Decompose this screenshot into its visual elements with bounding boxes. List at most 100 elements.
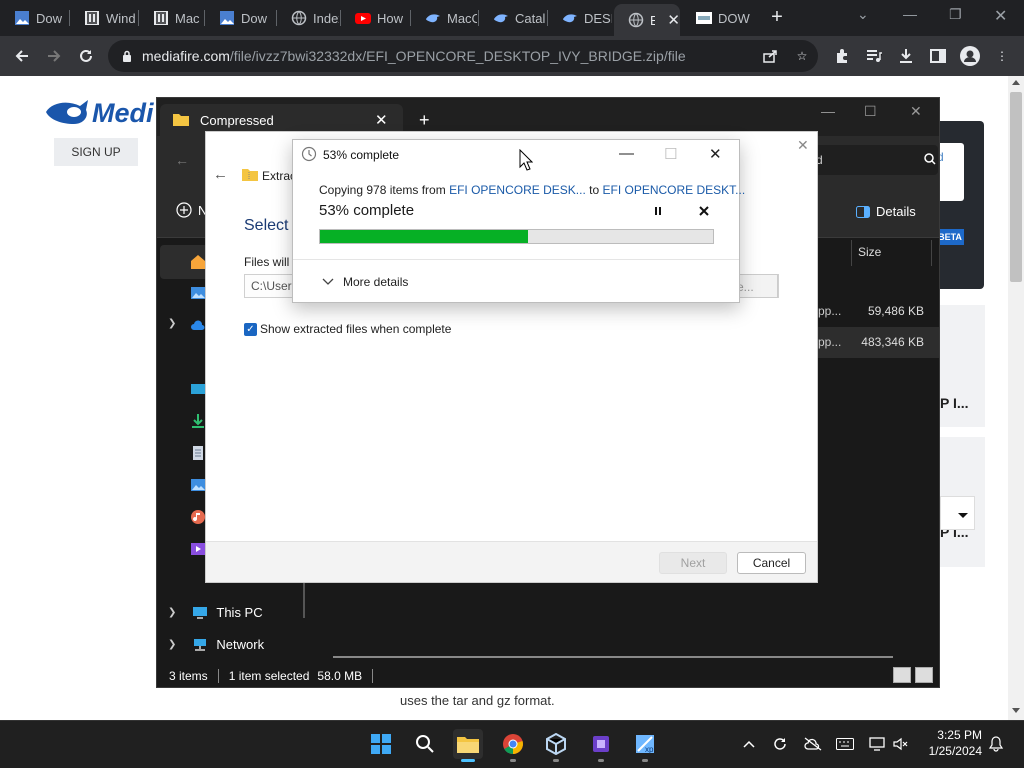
keyboard-icon[interactable] [836, 735, 854, 753]
search-icon[interactable] [924, 153, 936, 165]
browser-menu-icon[interactable]: ⋮ [990, 44, 1014, 68]
progress-minimize-button[interactable]: — [619, 145, 634, 162]
horizontal-scrollbar[interactable] [333, 656, 893, 658]
expand-chevron-icon[interactable]: ❯ [168, 639, 176, 650]
details-pane-button[interactable]: Details [856, 204, 916, 219]
pane-splitter[interactable] [303, 582, 305, 618]
scroll-up-arrow-icon[interactable] [1012, 80, 1020, 85]
downloads-icon[interactable] [190, 413, 206, 429]
tab-search-chevron-icon[interactable]: ⌄ [857, 6, 869, 23]
column-header-size[interactable]: Size [858, 245, 881, 259]
file-explorer-icon[interactable] [453, 729, 483, 759]
sign-up-button[interactable]: SIGN UP [54, 138, 138, 166]
explorer-new-tab-icon[interactable]: + [419, 110, 430, 131]
column-divider[interactable] [931, 240, 932, 266]
download-icon[interactable] [894, 44, 918, 68]
explorer-close-button[interactable]: ✕ [910, 103, 922, 120]
bookmark-star-icon[interactable]: ☆ [790, 44, 814, 68]
sidebar-item-this-pc[interactable]: ❯ This PC [168, 605, 263, 620]
gallery-icon[interactable] [190, 285, 206, 301]
show-files-checkbox[interactable]: ✓ [244, 323, 257, 336]
progress-close-button[interactable]: ✕ [709, 145, 722, 163]
scrollbar-thumb[interactable] [1010, 92, 1022, 282]
profile-avatar-icon[interactable] [958, 44, 982, 68]
source-link[interactable]: EFI OPENCORE DESK... [449, 183, 586, 197]
back-icon[interactable] [10, 44, 34, 68]
documents-icon[interactable] [190, 445, 206, 461]
browser-tab[interactable]: Dow [0, 5, 68, 31]
column-divider[interactable] [851, 240, 852, 266]
next-button[interactable]: Next [659, 552, 727, 574]
browser-tab[interactable]: DOW [682, 5, 754, 31]
window-close-button[interactable]: ✕ [994, 6, 1007, 26]
explorer-search-box[interactable] [810, 145, 938, 175]
stop-icon[interactable] [698, 205, 710, 217]
dropdown-select[interactable] [940, 496, 975, 530]
wizard-back-icon[interactable]: ← [213, 166, 228, 183]
show-files-label[interactable]: Show extracted files when complete [260, 322, 451, 336]
tab-separator [204, 10, 205, 26]
volume-muted-icon[interactable] [892, 735, 910, 753]
details-view-icon[interactable] [893, 667, 911, 683]
pictures-icon[interactable] [190, 477, 206, 493]
file-row[interactable]: pp... 483,346 KB [818, 327, 938, 357]
address-bar[interactable]: mediafire.com/file/ivzz7bwi32332dx/EFI_O… [108, 40, 818, 72]
share-icon[interactable] [758, 44, 782, 68]
tab-close-icon[interactable]: ✕ [667, 11, 680, 29]
show-hidden-icons-chevron-icon[interactable] [740, 735, 758, 753]
network-status-icon[interactable] [868, 735, 886, 753]
start-icon[interactable] [366, 729, 396, 759]
browser-tab[interactable]: MacC [411, 5, 477, 31]
virtualbox-icon[interactable] [541, 729, 571, 759]
onedrive-cloud-icon[interactable] [190, 318, 206, 334]
pause-icon[interactable] [652, 205, 664, 217]
browser-tab[interactable]: Wind [70, 5, 137, 31]
chevron-down-icon[interactable] [322, 276, 334, 286]
expand-chevron-icon[interactable]: ❯ [168, 607, 176, 618]
taskbar-clock[interactable]: 3:25 PM 1/25/2024 [916, 727, 982, 759]
onedrive-offline-icon[interactable] [804, 735, 822, 753]
media-playlist-icon[interactable] [862, 44, 886, 68]
browser-tab[interactable]: DESK [548, 5, 612, 31]
new-tab-button[interactable]: + [767, 7, 787, 28]
computer-icon [193, 606, 208, 619]
file-row[interactable]: pp... 59,486 KB [818, 296, 938, 326]
expand-chevron-icon[interactable]: ❯ [168, 318, 176, 329]
browser-tab[interactable]: Dow [205, 5, 275, 31]
explorer-tab-close-icon[interactable]: ✕ [375, 111, 388, 129]
extensions-icon[interactable] [830, 44, 854, 68]
tab-separator [276, 10, 277, 26]
desktop-icon[interactable] [190, 381, 206, 397]
more-details-toggle[interactable]: More details [343, 275, 408, 289]
chrome-icon[interactable] [498, 729, 528, 759]
browser-tab[interactable]: Index [277, 5, 339, 31]
videos-icon[interactable] [190, 541, 206, 557]
browser-tab[interactable]: EI ✕ [614, 4, 680, 36]
window-minimize-button[interactable]: — [903, 6, 917, 22]
side-panel-icon[interactable] [926, 44, 950, 68]
search-icon[interactable] [410, 729, 440, 759]
new-button[interactable]: N [176, 202, 207, 218]
reload-icon[interactable] [74, 44, 98, 68]
scroll-down-arrow-icon[interactable] [1012, 708, 1020, 713]
explorer-maximize-button[interactable]: ☐ [864, 103, 877, 120]
browser-tab[interactable]: Catal [479, 5, 546, 31]
tiles-view-icon[interactable] [915, 667, 933, 683]
details-label: Details [876, 204, 916, 219]
cancel-button[interactable]: Cancel [737, 552, 806, 574]
sync-icon[interactable] [771, 735, 789, 753]
browser-tab[interactable]: Mac [139, 5, 203, 31]
explorer-minimize-button[interactable]: — [821, 103, 835, 119]
window-restore-button[interactable]: ❐ [949, 6, 962, 23]
xp-app-icon[interactable]: xp [630, 729, 660, 759]
notification-bell-icon[interactable] [987, 735, 1005, 753]
forward-icon[interactable] [42, 44, 66, 68]
explorer-back-icon[interactable]: ← [175, 152, 189, 168]
music-icon[interactable] [190, 509, 206, 525]
destination-link[interactable]: EFI OPENCORE DESKT... [602, 183, 745, 197]
wizard-close-icon[interactable]: ✕ [797, 137, 809, 154]
browser-tab[interactable]: How [341, 5, 409, 31]
related-file-title[interactable]: P I... [940, 395, 969, 411]
cpu-app-icon[interactable] [586, 729, 616, 759]
sidebar-item-network[interactable]: ❯ Network [168, 637, 264, 652]
